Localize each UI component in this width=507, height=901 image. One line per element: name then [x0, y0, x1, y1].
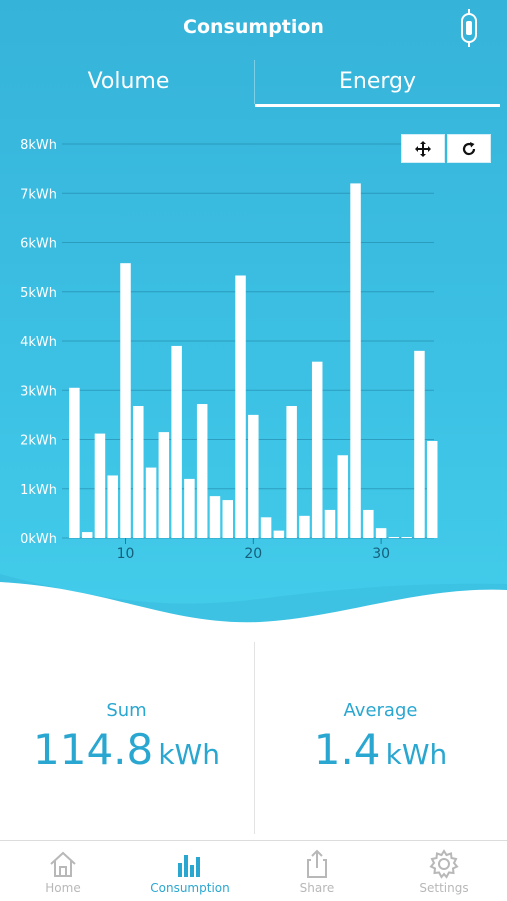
- bottom-nav: Home Consumption Share Settings: [0, 840, 507, 901]
- bar[interactable]: [94, 433, 106, 538]
- bar-chart-icon: [178, 855, 200, 877]
- bar[interactable]: [350, 183, 361, 538]
- home-icon: [50, 851, 76, 877]
- y-tick-label: 8kWh: [20, 138, 57, 153]
- bar[interactable]: [196, 404, 208, 538]
- x-tick-label: 20: [244, 546, 262, 560]
- average-value-row: 1.4 kWh: [254, 725, 507, 774]
- refresh-icon: [462, 141, 476, 155]
- bar[interactable]: [81, 532, 93, 538]
- nav-settings[interactable]: Settings: [381, 841, 507, 901]
- nav-home-label: Home: [45, 881, 81, 895]
- bar[interactable]: [69, 387, 80, 538]
- bar[interactable]: [273, 530, 285, 538]
- pan-chart-button[interactable]: [401, 134, 445, 163]
- bar[interactable]: [414, 350, 425, 538]
- gear-icon: [429, 849, 459, 879]
- bar[interactable]: [426, 440, 438, 538]
- bar[interactable]: [337, 455, 349, 538]
- bar[interactable]: [222, 500, 234, 538]
- sum-label: Sum: [106, 700, 147, 721]
- bar[interactable]: [158, 432, 170, 538]
- move-arrows-icon: [415, 140, 431, 157]
- bar[interactable]: [107, 475, 118, 538]
- bar[interactable]: [324, 509, 336, 538]
- sum-stat: Sum 114.8 kWh: [0, 700, 253, 774]
- energy-bar-chart: 0kWh 1kWh 2kWh 3kWh 4kWh 5kWh 6kWh 7kWh 8kWh 10 20…: [20, 138, 438, 560]
- bar[interactable]: [235, 275, 246, 538]
- nav-share-label: Share: [299, 881, 335, 895]
- bar[interactable]: [363, 509, 374, 538]
- header-panel: Consumption Volume Energy 0kWh 1kWh 2kWh 3k…: [0, 0, 507, 640]
- bar[interactable]: [260, 517, 272, 538]
- y-tick-label: 5kWh: [20, 286, 57, 301]
- bar[interactable]: [171, 345, 182, 538]
- sum-value: 114.8: [33, 725, 154, 774]
- x-tick-label: 30: [372, 546, 390, 560]
- bar[interactable]: [145, 467, 157, 538]
- average-value: 1.4: [313, 725, 381, 774]
- bar[interactable]: [184, 478, 195, 538]
- y-tick-label: 4kWh: [20, 335, 57, 350]
- nav-share[interactable]: Share: [254, 841, 380, 901]
- nav-settings-label: Settings: [419, 881, 469, 895]
- y-tick-label: 0kWh: [20, 532, 57, 547]
- tab-energy[interactable]: Energy: [255, 60, 500, 107]
- y-tick-label: 7kWh: [20, 187, 57, 202]
- bar[interactable]: [120, 263, 131, 538]
- sum-unit: kWh: [158, 738, 220, 771]
- bar[interactable]: [401, 537, 412, 539]
- y-tick-label: 6kWh: [20, 237, 57, 252]
- y-tick-label: 3kWh: [20, 384, 57, 399]
- nav-consumption-label: Consumption: [150, 881, 230, 895]
- bar[interactable]: [311, 361, 323, 538]
- x-tick-label: 10: [117, 546, 135, 560]
- bar[interactable]: [375, 528, 387, 538]
- bar[interactable]: [286, 406, 297, 538]
- page-title: Consumption: [183, 16, 324, 38]
- nav-consumption[interactable]: Consumption: [127, 841, 253, 901]
- average-stat: Average 1.4 kWh: [254, 700, 507, 774]
- wave-divider: [0, 574, 507, 640]
- bar[interactable]: [388, 537, 400, 539]
- bar[interactable]: [299, 515, 310, 538]
- average-label: Average: [343, 700, 418, 721]
- tab-bar: Volume Energy: [0, 60, 507, 107]
- bar[interactable]: [209, 496, 221, 538]
- share-icon: [307, 849, 327, 878]
- tab-volume[interactable]: Volume: [6, 60, 251, 104]
- meter-device-icon[interactable]: [458, 8, 480, 48]
- nav-home[interactable]: Home: [0, 841, 126, 901]
- y-tick-label: 2kWh: [20, 434, 57, 449]
- average-unit: kWh: [385, 738, 448, 771]
- reset-chart-button[interactable]: [447, 134, 491, 163]
- y-tick-label: 1kWh: [20, 483, 57, 498]
- sum-value-row: 114.8 kWh: [0, 725, 253, 774]
- bar[interactable]: [248, 414, 259, 538]
- bar[interactable]: [133, 406, 144, 538]
